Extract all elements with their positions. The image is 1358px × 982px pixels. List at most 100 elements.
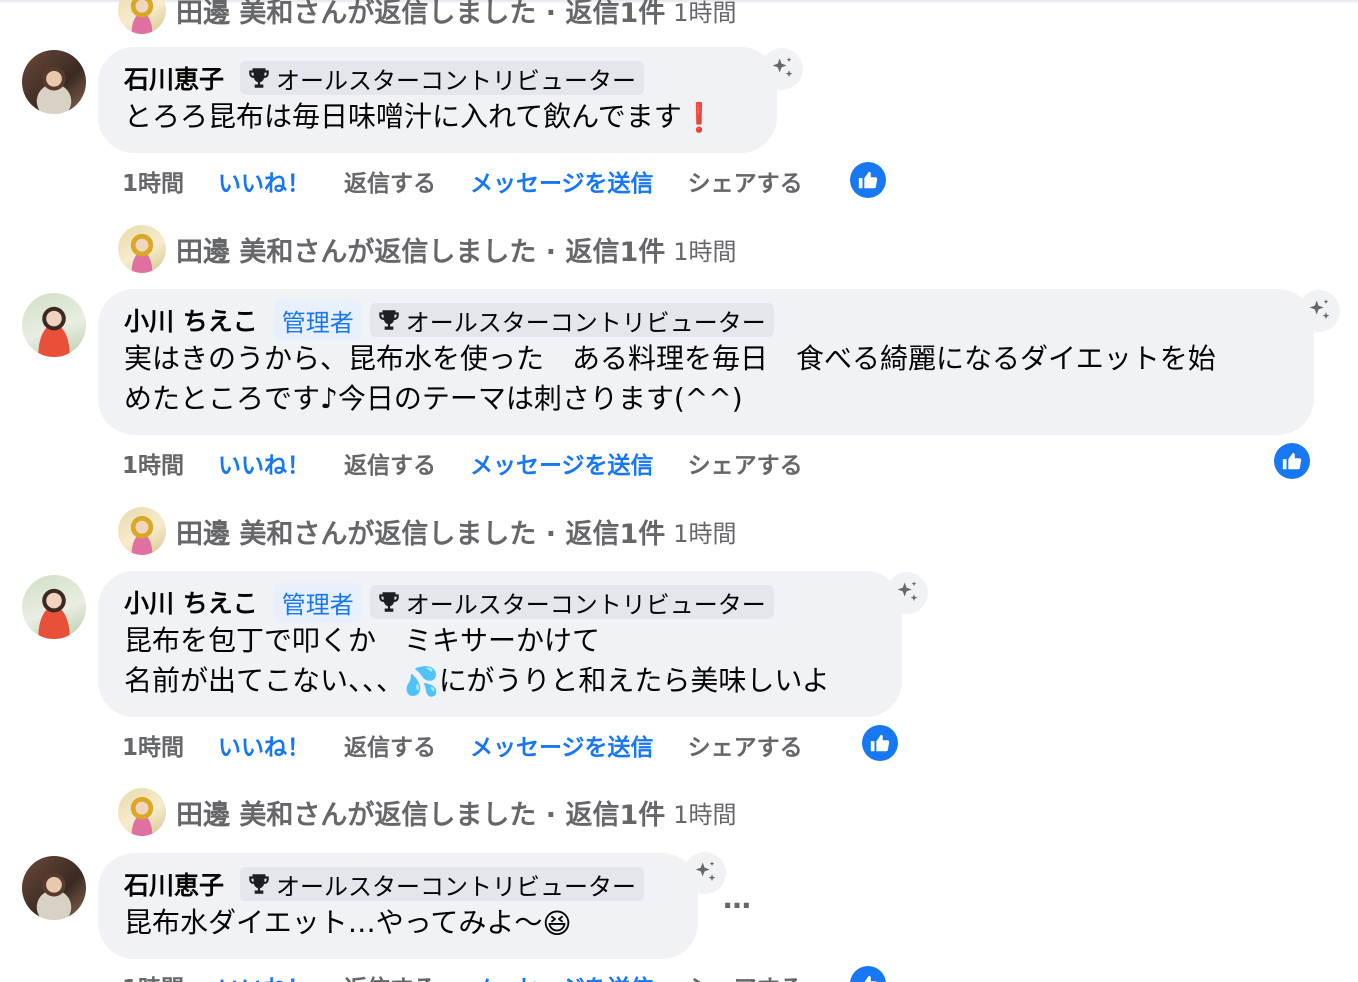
sparkle-icon[interactable] — [761, 48, 803, 90]
tanabe-avatar[interactable] — [118, 225, 166, 273]
sparkle-glyph — [1309, 299, 1330, 320]
tanabe-avatar[interactable] — [118, 507, 166, 555]
like-button[interactable]: いいね！ — [218, 728, 310, 762]
reply-summary-time: 1時間 — [673, 800, 737, 829]
tanabe-avatar[interactable] — [118, 0, 166, 34]
comment-author[interactable]: 石川恵子 — [124, 60, 224, 96]
comment-text: 昆布水ダイエット…やってみよ〜😆 — [124, 903, 672, 944]
like-reaction-icon[interactable] — [850, 162, 886, 198]
comment-text-line: にがうりと和えたら美味しいよ — [438, 664, 830, 697]
admin-badge[interactable]: 管理者 — [273, 582, 362, 622]
comment-header: 石川恵子 オールスターコントリビューター — [124, 59, 751, 97]
more-options-button[interactable]: … — [723, 882, 752, 915]
contributor-badge[interactable]: オールスターコントリビューター — [369, 585, 774, 619]
sparkle-icon[interactable] — [1298, 290, 1340, 332]
sweat-droplets-emoji: 💦 — [404, 665, 439, 698]
trophy-icon — [378, 592, 399, 612]
comment-time[interactable]: 1時間 — [122, 164, 184, 198]
comment-thread: 田邊 美和さんが返信しました · 返信1件 1時間 石川恵子 オールスターコント… — [0, 0, 1358, 982]
reply-button[interactable]: 返信する — [344, 728, 436, 762]
avatar[interactable] — [22, 856, 86, 920]
reply-button[interactable]: 返信する — [344, 164, 436, 198]
comment-bubble: 石川恵子 オールスターコントリビューター 昆布水ダイエット…やってみよ〜😆 — [98, 853, 698, 959]
send-message-button[interactable]: メッセージを送信 — [470, 164, 654, 198]
thumbs-up-icon — [864, 975, 877, 982]
contributor-badge[interactable]: オールスターコントリビューター — [240, 61, 645, 95]
contributor-badge-label: オールスターコントリビューター — [276, 872, 637, 901]
like-button[interactable]: いいね！ — [218, 164, 310, 198]
reply-summary-time: 1時間 — [673, 519, 737, 548]
sparkle-icon[interactable] — [886, 572, 928, 614]
comment-text-line: 実はきのうから、昆布水を使った ある料理を毎日 食べる綺麗になるダイエットを始 — [124, 342, 1216, 375]
like-reaction-icon[interactable] — [1274, 443, 1310, 479]
comment-bubble: 小川 ちえこ 管理者 オールスターコントリビューター 昆布を包丁で叩くか ミキサ… — [98, 571, 902, 717]
comment-time[interactable]: 1時間 — [122, 728, 184, 762]
share-button[interactable]: シェアする — [688, 164, 803, 198]
reply-summary-row[interactable]: 田邊 美和さんが返信しました · 返信1件 1時間 — [118, 0, 737, 34]
send-message-button[interactable]: メッセージを送信 — [470, 969, 654, 982]
comment-text-line: 昆布を包丁で叩くか ミキサーかけて — [124, 624, 601, 657]
laughing-emoji: 😆 — [542, 907, 572, 940]
comment-bubble: 石川恵子 オールスターコントリビューター とろろ昆布は毎日味噌汁に入れて飲んでま… — [98, 47, 777, 153]
contributor-badge-label: オールスターコントリビューター — [405, 308, 766, 337]
send-message-button[interactable]: メッセージを送信 — [470, 728, 654, 762]
thumbs-up-icon — [858, 171, 878, 189]
reply-summary-text[interactable]: 田邊 美和さんが返信しました · 返信1件 — [176, 793, 665, 832]
reply-summary-text[interactable]: 田邊 美和さんが返信しました · 返信1件 — [176, 230, 665, 269]
comment-text: 名前が出てこない、、、💦にがうりと和えたら美味しいよ — [124, 661, 876, 702]
admin-badge[interactable]: 管理者 — [273, 300, 362, 340]
reply-summary-row[interactable]: 田邊 美和さんが返信しました · 返信1件 1時間 — [118, 507, 737, 555]
avatar[interactable] — [22, 50, 86, 114]
thumbs-up-icon — [1282, 452, 1302, 470]
comment-actions: 1時間 いいね！ 返信する メッセージを送信 シェアする — [122, 966, 837, 982]
comment-header: 石川恵子 オールスターコントリビューター — [124, 865, 672, 903]
contributor-badge-label: オールスターコントリビューター — [276, 66, 637, 95]
reply-summary-time: 1時間 — [673, 237, 737, 266]
comment-text-line: めたところです♪今日のテーマは刺さります(^^) — [124, 382, 743, 415]
comment-header: 小川 ちえこ 管理者 オールスターコントリビューター — [124, 300, 1288, 340]
comment-author[interactable]: 石川恵子 — [124, 866, 224, 902]
contributor-badge[interactable]: オールスターコントリビューター — [240, 867, 645, 901]
comment-bubble: 小川 ちえこ 管理者 オールスターコントリビューター 実はきのうから、昆布水を使… — [98, 289, 1314, 435]
reply-summary-text[interactable]: 田邊 美和さんが返信しました · 返信1件 — [176, 0, 665, 30]
comment-time[interactable]: 1時間 — [122, 969, 184, 982]
comment-actions: 1時間 いいね！ 返信する メッセージを送信 シェアする — [122, 443, 837, 483]
trophy-icon — [249, 874, 269, 894]
thumbs-up-icon — [870, 734, 890, 752]
share-button[interactable]: シェアする — [688, 728, 803, 762]
comment-time[interactable]: 1時間 — [122, 446, 184, 480]
like-reaction-icon[interactable] — [850, 966, 886, 982]
reply-summary-row[interactable]: 田邊 美和さんが返信しました · 返信1件 1時間 — [118, 788, 737, 836]
comment-actions: 1時間 いいね！ 返信する メッセージを送信 シェアする — [122, 161, 837, 201]
contributor-badge-label: オールスターコントリビューター — [405, 590, 766, 619]
comment-author[interactable]: 小川 ちえこ — [124, 302, 258, 338]
reply-summary-row[interactable]: 田邊 美和さんが返信しました · 返信1件 1時間 — [118, 225, 737, 273]
comment-text: とろろ昆布は毎日味噌汁に入れて飲んでます❗ — [124, 97, 751, 138]
contributor-badge[interactable]: オールスターコントリビューター — [369, 303, 774, 337]
sparkle-glyph — [772, 57, 793, 78]
comment-actions: 1時間 いいね！ 返信する メッセージを送信 シェアする — [122, 725, 837, 765]
exclamation-emoji: ❗ — [681, 101, 717, 134]
trophy-icon — [249, 68, 269, 88]
like-button[interactable]: いいね！ — [218, 969, 310, 982]
comment-text-line: とろろ昆布は毎日味噌汁に入れて飲んでます — [124, 100, 682, 133]
reply-summary-text[interactable]: 田邊 美和さんが返信しました · 返信1件 — [176, 512, 665, 551]
comment-header: 小川 ちえこ 管理者 オールスターコントリビューター — [124, 582, 876, 622]
avatar[interactable] — [22, 575, 86, 639]
comment-text-line: 名前が出てこない、、、 — [124, 664, 405, 697]
share-button[interactable]: シェアする — [688, 969, 803, 982]
sparkle-glyph — [695, 861, 716, 882]
sparkle-glyph — [897, 581, 918, 602]
reply-summary-time: 1時間 — [673, 0, 737, 27]
comment-author[interactable]: 小川 ちえこ — [124, 584, 258, 620]
sparkle-icon[interactable] — [684, 852, 726, 894]
like-reaction-icon[interactable] — [862, 725, 898, 761]
comment-text-line: 昆布水ダイエット…やってみよ〜 — [124, 906, 543, 939]
send-message-button[interactable]: メッセージを送信 — [470, 446, 654, 480]
like-button[interactable]: いいね！ — [218, 446, 310, 480]
reply-button[interactable]: 返信する — [344, 446, 436, 480]
tanabe-avatar[interactable] — [118, 788, 166, 836]
avatar[interactable] — [22, 293, 86, 357]
share-button[interactable]: シェアする — [688, 446, 803, 480]
reply-button[interactable]: 返信する — [344, 969, 436, 982]
